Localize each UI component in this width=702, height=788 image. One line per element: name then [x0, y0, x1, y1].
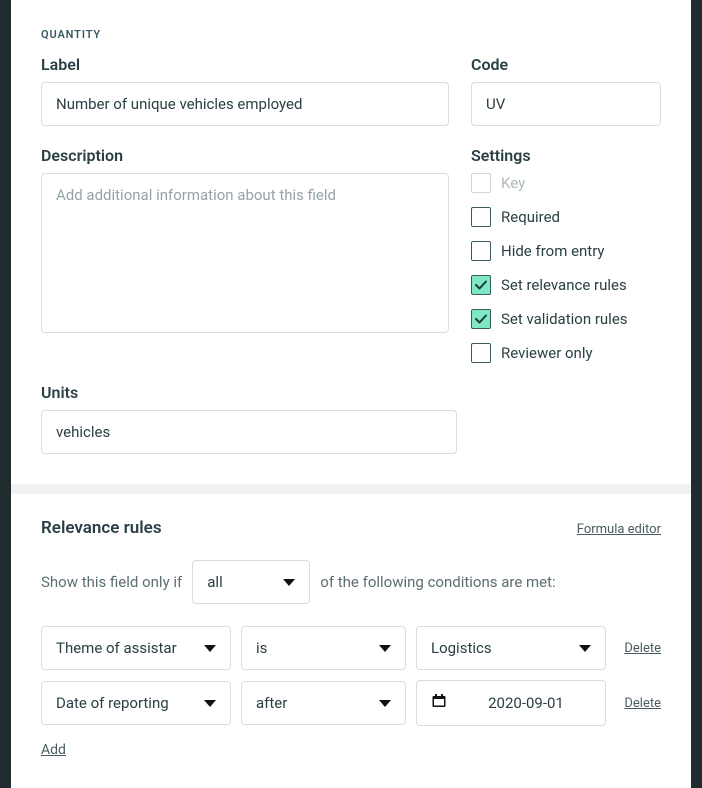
setting-row: Required: [471, 207, 661, 227]
setting-row: Set validation rules: [471, 309, 661, 329]
chevron-down-icon: [579, 645, 591, 652]
condition-field-select-value: Date of reporting: [56, 694, 169, 712]
setting-checkbox: [471, 173, 491, 193]
description-input[interactable]: [41, 173, 449, 333]
code-input[interactable]: [471, 82, 661, 126]
chevron-down-icon: [379, 645, 391, 652]
condition-operator-select[interactable]: after: [241, 681, 406, 725]
calendar-icon: [431, 693, 447, 713]
condition-date-value: 2020-09-01: [461, 694, 591, 712]
condition-field-select-value: Theme of assistar: [56, 639, 177, 657]
description-field-label: Description: [41, 146, 449, 165]
setting-label: Required: [501, 208, 560, 226]
section-eyebrow: QUANTITY: [41, 28, 661, 41]
setting-row: Set relevance rules: [471, 275, 661, 295]
label-field-label: Label: [41, 55, 449, 74]
setting-checkbox[interactable]: [471, 309, 491, 329]
setting-checkbox[interactable]: [471, 275, 491, 295]
condition-value-select-value: Logistics: [431, 639, 492, 657]
setting-label: Set validation rules: [501, 310, 628, 328]
chevron-down-icon: [379, 700, 391, 707]
delete-condition-link[interactable]: Delete: [624, 641, 661, 656]
setting-row: Reviewer only: [471, 343, 661, 363]
rules-sentence-post: of the following conditions are met:: [320, 573, 555, 591]
setting-row: Key: [471, 173, 661, 193]
setting-checkbox[interactable]: [471, 241, 491, 261]
rules-sentence-pre: Show this field only if: [41, 573, 182, 591]
settings-heading: Settings: [471, 146, 661, 165]
units-input[interactable]: [41, 410, 457, 454]
code-field-label: Code: [471, 55, 661, 74]
chevron-down-icon: [204, 645, 216, 652]
setting-label: Hide from entry: [501, 242, 605, 260]
setting-label: Key: [501, 174, 525, 192]
condition-field-select[interactable]: Date of reporting: [41, 681, 231, 725]
setting-row: Hide from entry: [471, 241, 661, 261]
section-divider: [11, 484, 691, 494]
condition-operator-select-value: is: [256, 639, 267, 657]
condition-field-select[interactable]: Theme of assistar: [41, 626, 231, 670]
relevance-rules-title: Relevance rules: [41, 518, 162, 538]
condition-value-select[interactable]: Logistics: [416, 626, 606, 670]
formula-editor-link[interactable]: Formula editor: [577, 522, 661, 537]
setting-label: Set relevance rules: [501, 276, 627, 294]
condition-operator-select-value: after: [256, 694, 287, 712]
condition-operator-select[interactable]: is: [241, 626, 406, 670]
units-field-label: Units: [41, 383, 457, 402]
chevron-down-icon: [204, 700, 216, 707]
match-mode-value: all: [207, 573, 222, 591]
chevron-down-icon: [283, 579, 295, 586]
setting-checkbox[interactable]: [471, 207, 491, 227]
condition-date-input[interactable]: 2020-09-01: [416, 680, 606, 726]
setting-label: Reviewer only: [501, 344, 593, 362]
delete-condition-link[interactable]: Delete: [624, 696, 661, 711]
add-condition-link[interactable]: Add: [41, 742, 66, 758]
label-input[interactable]: [41, 82, 449, 126]
match-mode-select[interactable]: all: [192, 560, 310, 604]
setting-checkbox[interactable]: [471, 343, 491, 363]
